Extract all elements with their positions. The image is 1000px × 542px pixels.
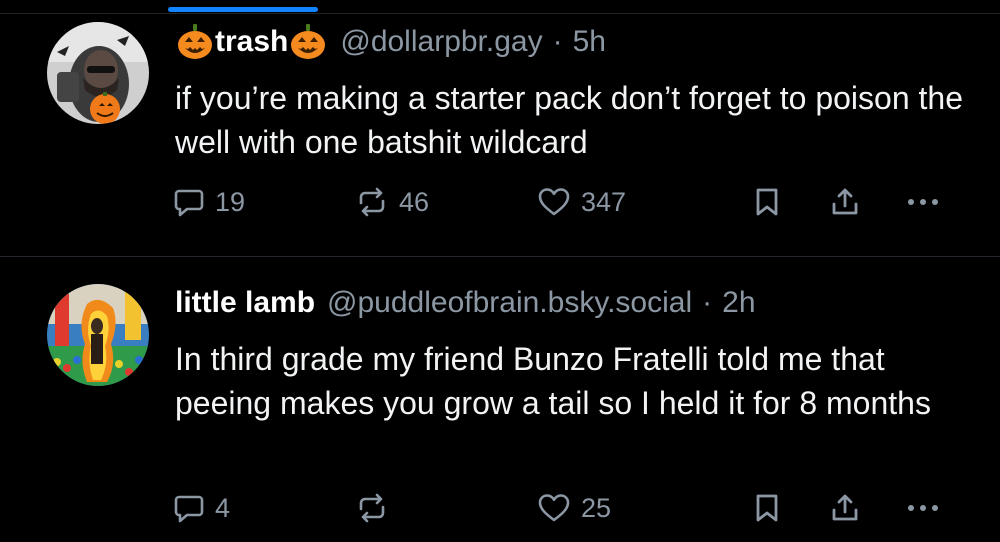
- author-display-name: trash: [215, 25, 289, 58]
- like-button[interactable]: 25: [537, 486, 611, 530]
- post-text: In third grade my friend Bunzo Fratelli …: [175, 341, 931, 421]
- avatar[interactable]: [47, 284, 149, 386]
- repost-count: 46: [399, 186, 430, 217]
- reply-button[interactable]: 4: [173, 486, 230, 530]
- post-2[interactable]: little lamb @puddleofbrain.bsky.social ·…: [0, 257, 1000, 542]
- bookmark-button[interactable]: [752, 180, 782, 224]
- post-header: little lamb @puddleofbrain.bsky.social ·…: [175, 283, 756, 323]
- reply-count: 19: [215, 186, 246, 217]
- separator-dot: ·: [552, 25, 563, 58]
- author-handle[interactable]: @dollarpbr.gay: [340, 22, 542, 62]
- post-text: if you’re making a starter pack don’t fo…: [175, 80, 963, 160]
- reply-button[interactable]: 19: [173, 180, 245, 224]
- share-icon: [829, 492, 861, 524]
- repost-button[interactable]: [355, 486, 399, 530]
- reply-icon: [173, 492, 205, 524]
- reply-count: 4: [215, 492, 231, 523]
- separator-dot: ·: [702, 286, 713, 319]
- reply-icon: [173, 186, 205, 218]
- author-handle[interactable]: @puddleofbrain.bsky.social: [327, 283, 692, 323]
- repost-button[interactable]: 46: [355, 180, 429, 224]
- more-options-button[interactable]: [905, 486, 945, 530]
- bookmark-button[interactable]: [752, 486, 782, 530]
- post-header: trash @dollarpbr.gay · 5h: [175, 22, 606, 62]
- ellipsis-icon: [905, 186, 945, 218]
- author-name[interactable]: trash: [175, 22, 328, 62]
- jack-o-lantern-icon: [288, 22, 328, 62]
- jack-o-lantern-icon: [175, 22, 215, 62]
- share-button[interactable]: [829, 180, 861, 224]
- active-tab-indicator: [168, 7, 318, 12]
- bookmark-icon: [752, 492, 782, 524]
- post-actions: 4 25: [0, 486, 1000, 530]
- avatar[interactable]: [47, 22, 149, 124]
- like-count: 347: [581, 186, 627, 217]
- ellipsis-icon: [905, 492, 945, 524]
- post-time[interactable]: 5h: [573, 22, 606, 62]
- repost-icon: [355, 492, 389, 524]
- repost-icon: [355, 186, 389, 218]
- heart-icon: [537, 492, 571, 524]
- post-time[interactable]: 2h: [722, 283, 755, 323]
- author-name[interactable]: little lamb: [175, 283, 315, 323]
- share-icon: [829, 186, 861, 218]
- like-button[interactable]: 347: [537, 180, 626, 224]
- post-actions: 19 46 347: [0, 180, 1000, 224]
- share-button[interactable]: [829, 486, 861, 530]
- like-count: 25: [581, 492, 612, 523]
- post-1[interactable]: trash @dollarpbr.gay · 5h if you’re maki…: [0, 14, 1000, 256]
- heart-icon: [537, 186, 571, 218]
- bookmark-icon: [752, 186, 782, 218]
- more-options-button[interactable]: [905, 180, 945, 224]
